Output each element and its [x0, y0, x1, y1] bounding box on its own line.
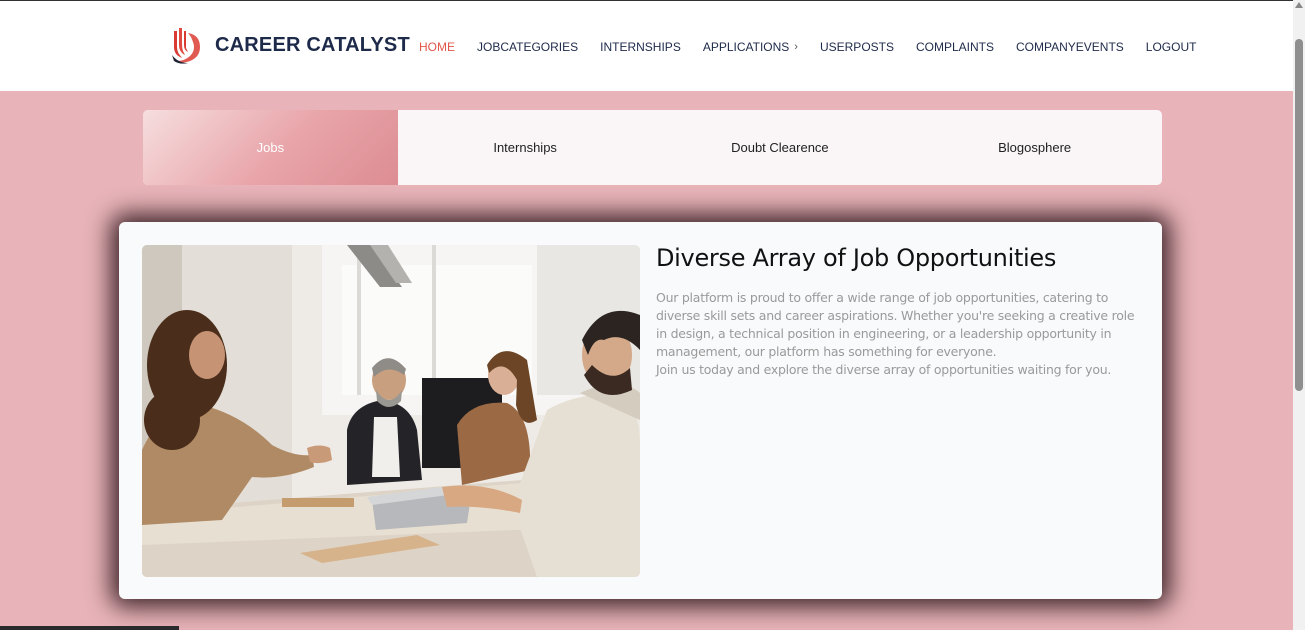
tab-internships[interactable]: Internships [398, 110, 653, 185]
career-catalyst-logo-icon [172, 28, 200, 64]
nav-companyevents[interactable]: COMPANYEVENTS [1016, 40, 1124, 54]
feature-paragraph-1: Our platform is proud to offer a wide ra… [656, 290, 1135, 359]
job-interview-photo [142, 245, 640, 577]
site-header: CAREER CATALYST HOME JOBCATEGORIES INTER… [0, 0, 1293, 91]
chevron-right-icon: › [794, 41, 798, 53]
brand-logo[interactable]: CAREER CATALYST [168, 25, 410, 65]
page-scrollbar[interactable] [1293, 0, 1305, 630]
nav-jobcategories[interactable]: JOBCATEGORIES [477, 40, 578, 54]
section-tabs: Jobs Internships Doubt Clearence Blogosp… [143, 110, 1162, 185]
main-nav: HOME JOBCATEGORIES INTERNSHIPS APPLICATI… [419, 40, 1218, 54]
feature-description: Our platform is proud to offer a wide ra… [656, 289, 1146, 379]
nav-userposts[interactable]: USERPOSTS [820, 40, 894, 54]
tab-blogosphere[interactable]: Blogosphere [907, 110, 1162, 185]
nav-logout[interactable]: LOGOUT [1146, 40, 1197, 54]
scrollbar-thumb[interactable] [1295, 39, 1303, 391]
bottom-overlay-bar [0, 626, 179, 630]
feature-card: Diverse Array of Job Opportunities Our p… [119, 222, 1162, 599]
nav-home[interactable]: HOME [419, 40, 455, 54]
nav-internships[interactable]: INTERNSHIPS [600, 40, 681, 54]
tab-doubt-clearence[interactable]: Doubt Clearence [653, 110, 908, 185]
scroll-up-arrow-icon[interactable] [1295, 2, 1303, 8]
nav-applications[interactable]: APPLICATIONS › [703, 40, 798, 54]
feature-title: Diverse Array of Job Opportunities [656, 244, 1057, 272]
nav-applications-label: APPLICATIONS [702, 40, 790, 54]
feature-paragraph-2: Join us today and explore the diverse ar… [656, 362, 1112, 377]
brand-name: CAREER CATALYST [215, 33, 410, 56]
tab-jobs[interactable]: Jobs [143, 110, 398, 185]
nav-complaints[interactable]: COMPLAINTS [916, 40, 994, 54]
